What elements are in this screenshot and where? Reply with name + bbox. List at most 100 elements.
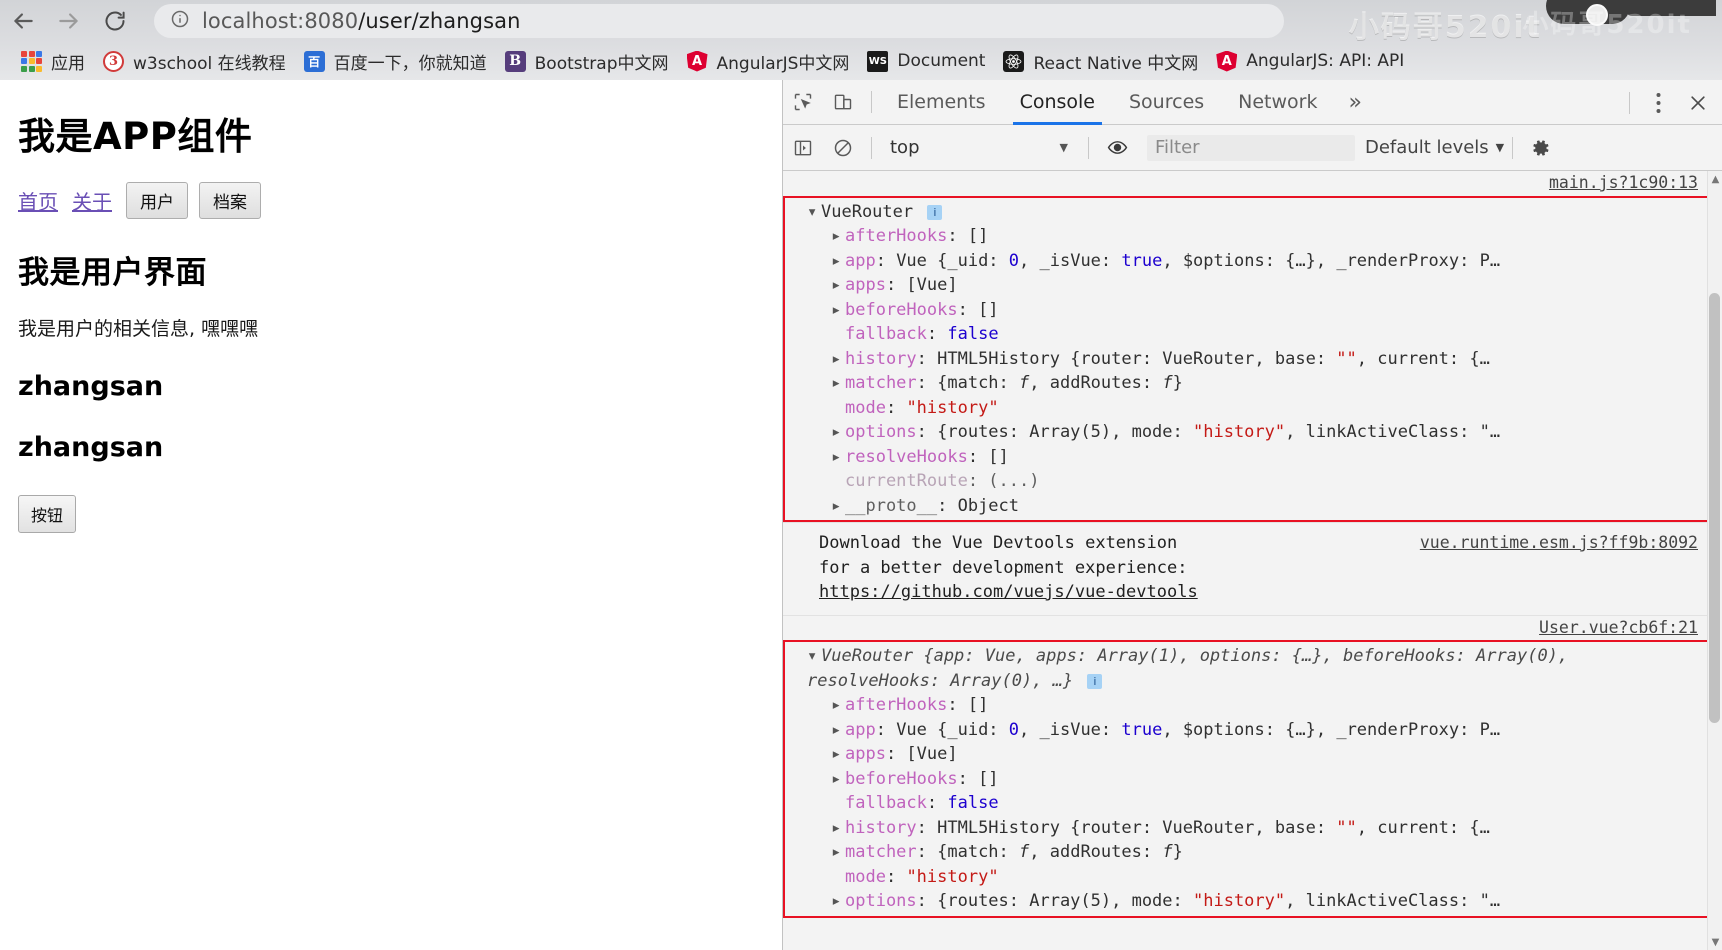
- clear-console-icon[interactable]: [823, 125, 863, 170]
- disclosure-triangle-closed-icon[interactable]: [831, 371, 845, 396]
- console-object-line[interactable]: app: Vue {_uid: 0, _isVue: true, $option…: [785, 718, 1720, 743]
- bookmark-w3school[interactable]: 3 w3school 在线教程: [94, 46, 295, 76]
- tab-elements[interactable]: Elements: [880, 80, 1003, 125]
- console-object-line[interactable]: app: Vue {_uid: 0, _isVue: true, $option…: [785, 249, 1720, 274]
- disclosure-triangle-closed-icon[interactable]: [831, 298, 845, 323]
- disclosure-triangle-closed-icon[interactable]: [831, 224, 845, 249]
- token: matcher: [845, 373, 917, 393]
- router-link-home[interactable]: 首页: [18, 186, 58, 215]
- bookmark-document[interactable]: WS Document: [858, 46, 994, 76]
- console-object-line[interactable]: matcher: {match: f, addRoutes: f}: [785, 840, 1720, 865]
- token: afterHooks: [845, 226, 948, 246]
- bookmark-baidu[interactable]: 百 百度一下，你就知道: [295, 46, 496, 76]
- console-source-link[interactable]: vue.runtime.esm.js?ff9b:8092: [1420, 531, 1698, 556]
- scrollbar-thumb[interactable]: [1709, 293, 1720, 723]
- console-object-line[interactable]: VueRouter i: [785, 200, 1720, 225]
- console-object-line[interactable]: currentRoute: (...): [785, 469, 1720, 494]
- settings-gear-icon[interactable]: [1521, 125, 1561, 170]
- console-object-line[interactable]: VueRouter {app: Vue, apps: Array(1), opt…: [785, 644, 1720, 693]
- tab-sources[interactable]: Sources: [1112, 80, 1221, 125]
- console-object-line[interactable]: afterHooks: []: [785, 224, 1720, 249]
- back-arrow-icon[interactable]: [0, 0, 46, 42]
- disclosure-triangle-closed-icon[interactable]: [831, 249, 845, 274]
- log-levels-value: Default levels: [1365, 137, 1489, 158]
- forward-arrow-icon[interactable]: [46, 0, 92, 42]
- log-levels-select[interactable]: Default levels ▼: [1365, 137, 1504, 158]
- bookmark-react-native[interactable]: React Native 中文网: [994, 46, 1207, 76]
- kebab-menu-icon[interactable]: [1638, 80, 1678, 125]
- console-sidebar-icon[interactable]: [783, 125, 823, 170]
- info-badge-icon[interactable]: i: [1087, 673, 1103, 689]
- console-message[interactable]: Download the Vue Devtools extension vue.r…: [783, 522, 1722, 616]
- disclosure-triangle-closed-icon[interactable]: [831, 767, 845, 792]
- console-object-line[interactable]: apps: [Vue]: [785, 273, 1720, 298]
- console-object-line[interactable]: fallback: false: [785, 791, 1720, 816]
- token: "history": [906, 866, 999, 887]
- console-object-line[interactable]: __proto__: Object: [785, 494, 1720, 519]
- disclosure-triangle-closed-icon[interactable]: [831, 420, 845, 445]
- disclosure-triangle-closed-icon[interactable]: [831, 718, 845, 743]
- action-button[interactable]: 按钮: [18, 495, 77, 533]
- console-object-line[interactable]: fallback: false: [785, 322, 1720, 347]
- console-source-link[interactable]: User.vue?cb6f:21: [783, 616, 1722, 641]
- scroll-up-arrow-icon[interactable]: ▲: [1708, 171, 1722, 187]
- console-message[interactable]: VueRouter iafterHooks: []app: Vue {_uid:…: [783, 195, 1722, 522]
- console-source-link[interactable]: main.js?1c90:13: [783, 171, 1722, 196]
- router-nav: 首页 关于 用户 档案: [18, 182, 764, 219]
- disclosure-triangle-closed-icon[interactable]: [831, 816, 845, 841]
- console-object-line[interactable]: resolveHooks: []: [785, 445, 1720, 470]
- token: , linkActiveClass: "…: [1285, 422, 1501, 442]
- token: , linkActiveClass: "…: [1285, 891, 1501, 911]
- console-object-line[interactable]: beforeHooks: []: [785, 298, 1720, 323]
- live-expression-icon[interactable]: [1097, 125, 1137, 170]
- console-object-line[interactable]: mode: "history": [785, 396, 1720, 421]
- info-badge-icon[interactable]: i: [927, 204, 943, 220]
- inspect-element-icon[interactable]: [783, 80, 823, 125]
- disclosure-triangle-closed-icon[interactable]: [831, 273, 845, 298]
- disclosure-triangle-closed-icon[interactable]: [831, 347, 845, 372]
- disclosure-triangle-closed-icon[interactable]: [831, 494, 845, 519]
- disclosure-triangle-open-icon[interactable]: [807, 644, 821, 669]
- tab-network[interactable]: Network: [1221, 80, 1334, 125]
- console-message[interactable]: VueRouter {app: Vue, apps: Array(1), opt…: [783, 640, 1722, 918]
- page-content: 我是APP组件 首页 关于 用户 档案 我是用户界面 我是用户的相关信息, 嘿嘿…: [0, 80, 782, 539]
- console-object-line[interactable]: options: {routes: Array(5), mode: "histo…: [785, 420, 1720, 445]
- console-object-line[interactable]: beforeHooks: []: [785, 767, 1720, 792]
- disclosure-triangle-open-icon[interactable]: [807, 200, 821, 225]
- more-tabs-icon[interactable]: »: [1335, 80, 1376, 125]
- reload-icon[interactable]: [92, 0, 138, 42]
- router-button-profile[interactable]: 档案: [199, 182, 261, 219]
- filter-input[interactable]: Filter: [1147, 134, 1355, 161]
- bookmark-angularjs-api[interactable]: A AngularJS: API: API: [1207, 46, 1413, 76]
- console-scrollbar[interactable]: ▲ ▼: [1707, 171, 1722, 950]
- bookmark-apps[interactable]: 应用: [12, 46, 94, 76]
- console-object-line[interactable]: matcher: {match: f, addRoutes: f}: [785, 371, 1720, 396]
- close-icon[interactable]: [1678, 80, 1718, 125]
- console-object-line[interactable]: options: {routes: Array(5), mode: "histo…: [785, 889, 1720, 914]
- console-object-line[interactable]: history: HTML5History {router: VueRouter…: [785, 816, 1720, 841]
- disclosure-triangle-closed-icon[interactable]: [831, 889, 845, 914]
- site-info-icon[interactable]: [170, 9, 190, 34]
- disclosure-triangle-closed-icon[interactable]: [831, 840, 845, 865]
- bookmark-label: Document: [897, 51, 986, 71]
- console-text-line[interactable]: https://github.com/vuejs/vue-devtools: [783, 580, 1722, 605]
- scroll-down-arrow-icon[interactable]: ▼: [1708, 934, 1722, 950]
- execution-context-select[interactable]: top ▼: [880, 134, 1080, 162]
- console-object-line[interactable]: apps: [Vue]: [785, 742, 1720, 767]
- token: 0: [1008, 719, 1020, 740]
- console-messages[interactable]: main.js?1c90:13VueRouter iafterHooks: []…: [783, 171, 1722, 950]
- console-object-line[interactable]: afterHooks: []: [785, 693, 1720, 718]
- console-object-line[interactable]: history: HTML5History {router: VueRouter…: [785, 347, 1720, 372]
- device-toolbar-icon[interactable]: [823, 80, 863, 125]
- tab-console[interactable]: Console: [1003, 80, 1112, 125]
- avatar[interactable]: [1586, 4, 1608, 26]
- disclosure-triangle-closed-icon[interactable]: [831, 693, 845, 718]
- disclosure-triangle-closed-icon[interactable]: [831, 742, 845, 767]
- bookmark-angularjs-cn[interactable]: A AngularJS中文网: [678, 46, 859, 76]
- bookmark-bootstrap[interactable]: B Bootstrap中文网: [496, 46, 678, 76]
- address-bar[interactable]: localhost:8080/user/zhangsan: [154, 4, 1284, 38]
- router-button-user[interactable]: 用户: [126, 182, 188, 219]
- console-object-line[interactable]: mode: "history": [785, 865, 1720, 890]
- disclosure-triangle-closed-icon[interactable]: [831, 445, 845, 470]
- router-link-about[interactable]: 关于: [72, 186, 112, 215]
